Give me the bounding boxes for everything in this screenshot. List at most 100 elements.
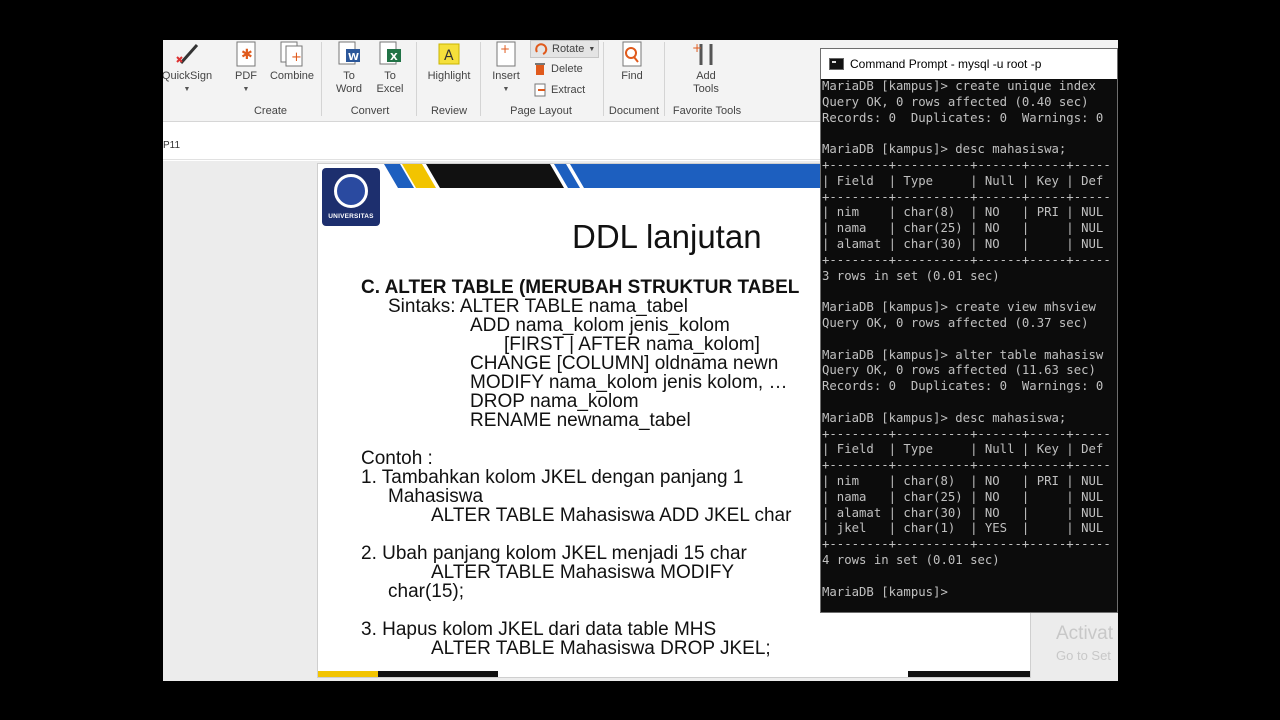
terminal-line: 4 rows in set (0.01 sec) xyxy=(822,552,1000,567)
terminal-icon xyxy=(829,58,844,70)
terminal-line: Query OK, 0 rows affected (11.63 sec) xyxy=(822,363,1096,378)
create-pdf-button[interactable]: ✱ PDF ▼ xyxy=(229,40,263,96)
group-convert: Convert xyxy=(350,105,390,117)
svg-text:X: X xyxy=(390,52,398,63)
slide-line: 2. Ubah panjang kolom JKEL menjadi 15 ch… xyxy=(361,543,747,564)
slide-line: ALTER TABLE Mahasiswa DROP JKEL; xyxy=(431,638,771,659)
terminal-line: MariaDB [kampus]> xyxy=(822,584,948,599)
terminal-line: +--------+----------+------+-----+----- xyxy=(822,157,1111,172)
slide-line: 3. Hapus kolom JKEL dari data table MHS xyxy=(361,619,717,640)
terminal-line: | alamat | char(30) | NO | | NUL xyxy=(822,505,1104,520)
find-icon xyxy=(618,41,646,67)
group-favorite-tools: Favorite Tools xyxy=(672,105,742,117)
footer-stripes xyxy=(318,671,1030,677)
excel-icon: X xyxy=(376,41,404,67)
slide-line: char(15); xyxy=(388,581,465,602)
pdf-create-icon: ✱ xyxy=(232,41,260,67)
find-button[interactable]: Find xyxy=(615,40,649,83)
terminal-line: | nama | char(25) | NO | | NUL xyxy=(822,489,1104,504)
quicksign-button[interactable]: QuickSign ▼ xyxy=(163,40,215,96)
terminal-line: | nama | char(25) | NO | | NUL xyxy=(822,221,1104,236)
terminal-line: Records: 0 Duplicates: 0 Warnings: 0 xyxy=(822,379,1104,394)
slide-line: Mahasiswa xyxy=(388,486,484,507)
terminal-line: +--------+----------+------+-----+----- xyxy=(822,252,1111,267)
page-reference: P11 xyxy=(163,140,181,151)
terminal-line: | Field | Type | Null | Key | Def xyxy=(822,442,1104,457)
slide-line: ADD nama_kolom jenis_kolom xyxy=(470,315,730,336)
highlight-button[interactable]: A Highlight xyxy=(422,40,476,83)
slide-line: CHANGE [COLUMN] oldnama newn xyxy=(470,353,779,374)
svg-text:A: A xyxy=(444,48,454,64)
slide-line: Contoh : xyxy=(361,448,433,469)
cmd-title-text: Command Prompt - mysql -u root -p xyxy=(850,57,1042,71)
svg-text:+: + xyxy=(692,41,702,55)
extract-button[interactable]: Extract xyxy=(533,81,585,99)
svg-text:W: W xyxy=(348,52,359,63)
terminal-line: | jkel | char(1) | YES | | NUL xyxy=(822,521,1104,536)
slide-line: Sintaks: ALTER TABLE nama_tabel xyxy=(388,296,688,317)
svg-text:+: + xyxy=(500,42,510,56)
terminal-output[interactable]: MariaDB [kampus]> create unique index Que… xyxy=(822,79,1117,600)
word-icon: W xyxy=(335,41,363,67)
slide-heading: C. ALTER TABLE (MERUBAH STRUKTUR TABEL xyxy=(361,277,800,298)
activate-windows-subtext: Go to Set xyxy=(1056,648,1111,663)
slide-line: MODIFY nama_kolom jenis kolom, … xyxy=(470,372,788,393)
slide-line: ALTER TABLE Mahasiswa ADD JKEL char xyxy=(431,505,792,526)
delete-button[interactable]: Delete xyxy=(533,60,583,78)
separator xyxy=(321,42,322,116)
separator xyxy=(416,42,417,116)
add-tools-button[interactable]: + Add Tools xyxy=(683,40,729,96)
terminal-line: MariaDB [kampus]> create unique index xyxy=(822,79,1096,93)
slide-line: DROP nama_kolom xyxy=(470,391,639,412)
command-prompt-window[interactable]: Command Prompt - mysql -u root -p MariaD… xyxy=(820,48,1118,613)
pen-icon xyxy=(173,41,201,67)
university-logo: UNIVERSITAS xyxy=(322,168,380,226)
terminal-line: Records: 0 Duplicates: 0 Warnings: 0 xyxy=(822,110,1104,125)
group-create: Create xyxy=(253,105,288,117)
group-review: Review xyxy=(430,105,468,117)
delete-icon xyxy=(535,63,545,75)
terminal-line: +--------+----------+------+-----+----- xyxy=(822,426,1111,441)
combine-icon: + xyxy=(278,41,306,67)
terminal-line: 3 rows in set (0.01 sec) xyxy=(822,268,1000,283)
insert-button[interactable]: + Insert ▼ xyxy=(488,40,524,96)
terminal-line: +--------+----------+------+-----+----- xyxy=(822,189,1111,204)
slide-line: 1. Tambahkan kolom JKEL dengan panjang 1 xyxy=(361,467,744,488)
terminal-line: MariaDB [kampus]> alter table mahasisw xyxy=(822,347,1104,362)
highlight-icon: A xyxy=(435,41,463,67)
to-word-button[interactable]: W To Word xyxy=(331,40,367,96)
terminal-line: MariaDB [kampus]> create view mhsview xyxy=(822,300,1096,315)
svg-text:+: + xyxy=(291,50,302,65)
slide-line: RENAME newnama_tabel xyxy=(470,410,691,431)
tools-icon: + xyxy=(692,41,720,67)
separator xyxy=(664,42,665,116)
group-document: Document xyxy=(608,105,660,117)
cmd-titlebar[interactable]: Command Prompt - mysql -u root -p xyxy=(821,49,1117,79)
terminal-line: +--------+----------+------+-----+----- xyxy=(822,458,1111,473)
svg-text:✱: ✱ xyxy=(241,47,253,63)
extract-icon xyxy=(534,83,546,97)
slide-title: DDL lanjutan xyxy=(572,218,762,255)
terminal-line: Query OK, 0 rows affected (0.40 sec) xyxy=(822,94,1089,109)
terminal-line: | nim | char(8) | NO | PRI | NUL xyxy=(822,205,1104,220)
terminal-line: MariaDB [kampus]> desc mahasiswa; xyxy=(822,410,1067,425)
separator xyxy=(480,42,481,116)
terminal-line: +--------+----------+------+-----+----- xyxy=(822,537,1111,552)
activate-windows-watermark: Activat xyxy=(1056,623,1114,644)
slide-line: [FIRST | AFTER nama_kolom] xyxy=(504,334,760,355)
combine-button[interactable]: + Combine xyxy=(267,40,317,83)
group-page-layout: Page Layout xyxy=(510,105,572,117)
rotate-icon xyxy=(535,43,548,55)
terminal-line: | Field | Type | Null | Key | Def xyxy=(822,173,1104,188)
separator xyxy=(603,42,604,116)
insert-page-icon: + xyxy=(492,41,520,67)
to-excel-button[interactable]: X To Excel xyxy=(372,40,408,96)
terminal-line: Query OK, 0 rows affected (0.37 sec) xyxy=(822,315,1089,330)
terminal-line: MariaDB [kampus]> desc mahasiswa; xyxy=(822,142,1067,157)
rotate-button[interactable]: Rotate ▼ xyxy=(530,40,600,58)
